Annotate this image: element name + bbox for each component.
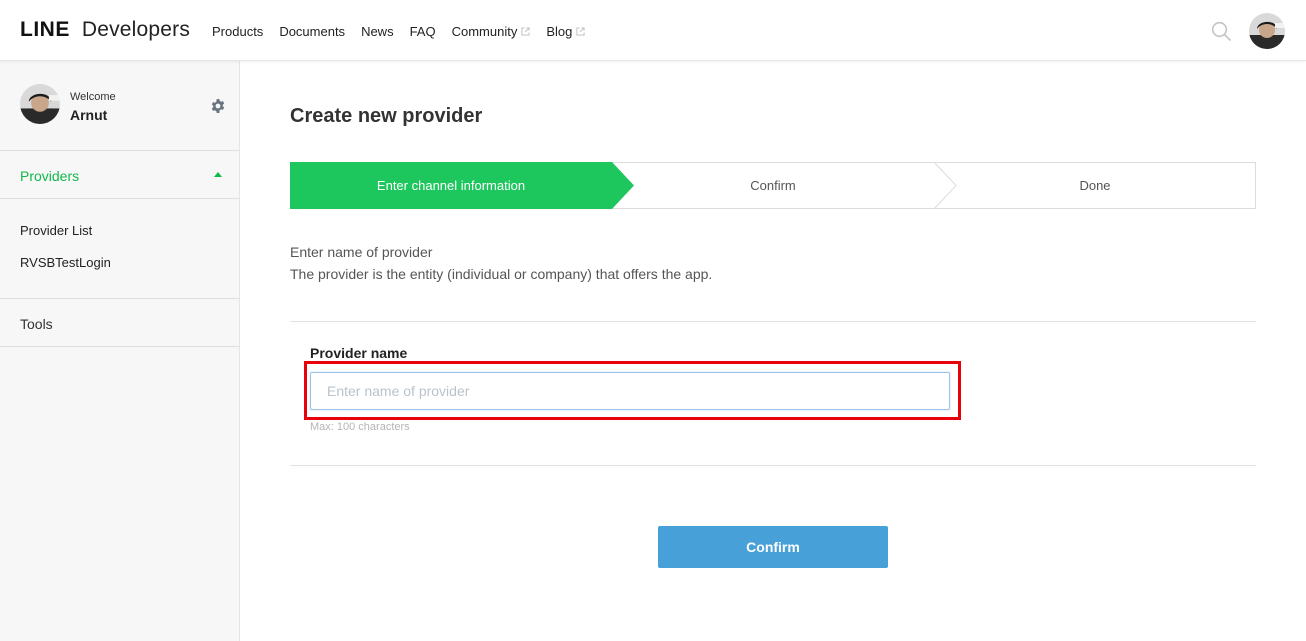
nav-news[interactable]: News bbox=[361, 24, 394, 39]
divider bbox=[290, 321, 1256, 322]
chevron-up-icon bbox=[214, 172, 222, 177]
nav-blog[interactable]: Blog bbox=[546, 24, 585, 39]
avatar bbox=[20, 84, 60, 124]
search-icon[interactable] bbox=[1211, 21, 1232, 42]
progress-steps: Enter channel information Confirm Done bbox=[290, 162, 1256, 209]
nav-documents[interactable]: Documents bbox=[279, 24, 345, 39]
sidebar-profile: Welcome Arnut bbox=[0, 61, 239, 151]
nav-products-label: Products bbox=[212, 24, 264, 39]
nav-news-label: News bbox=[361, 24, 394, 39]
page-title: Create new provider bbox=[290, 105, 483, 127]
line-developers-logo[interactable]: LINE Developers bbox=[20, 18, 190, 42]
field-hint: Max: 100 characters bbox=[310, 421, 410, 433]
top-nav: Products Documents News FAQ Community Bl… bbox=[212, 24, 601, 39]
sidebar-providers-label: Providers bbox=[20, 168, 80, 184]
sidebar-item-provider-list[interactable]: Provider List bbox=[20, 223, 92, 238]
nav-faq-label: FAQ bbox=[409, 24, 436, 39]
user-avatar[interactable] bbox=[1249, 13, 1285, 49]
logo-line-text: LINE bbox=[20, 18, 70, 41]
confirm-button[interactable]: Confirm bbox=[658, 526, 888, 568]
nav-community-label: Community bbox=[451, 24, 518, 39]
nav-documents-label: Documents bbox=[279, 24, 346, 39]
gear-icon[interactable] bbox=[210, 98, 226, 114]
welcome-text: Welcome bbox=[70, 91, 116, 103]
username: Arnut bbox=[70, 107, 108, 123]
nav-faq[interactable]: FAQ bbox=[410, 24, 436, 39]
sidebar-item-rvsbtestlogin[interactable]: RVSBTestLogin bbox=[20, 255, 111, 270]
nav-community[interactable]: Community bbox=[452, 24, 531, 39]
nav-blog-label: Blog bbox=[546, 24, 573, 39]
provider-name-label: Provider name bbox=[310, 345, 408, 361]
top-header: LINE Developers Products Documents News … bbox=[0, 0, 1306, 61]
description-line-1: Enter name of provider bbox=[290, 244, 433, 260]
step-enter-channel-information: Enter channel information bbox=[376, 178, 526, 193]
description-line-2: The provider is the entity (individual o… bbox=[290, 266, 713, 282]
sidebar: Welcome Arnut Providers Provider List RV… bbox=[0, 61, 240, 641]
provider-name-input[interactable] bbox=[310, 372, 950, 410]
divider bbox=[290, 465, 1256, 466]
nav-products[interactable]: Products bbox=[212, 24, 263, 39]
external-link-icon bbox=[521, 27, 530, 36]
sidebar-section-providers[interactable]: Providers bbox=[0, 151, 239, 199]
providers-submenu: Provider List RVSBTestLogin bbox=[0, 200, 239, 299]
sidebar-section-tools[interactable]: Tools bbox=[0, 299, 239, 347]
step-confirm: Confirm bbox=[750, 178, 796, 193]
step-done: Done bbox=[1079, 178, 1111, 193]
sidebar-tools-label: Tools bbox=[20, 316, 53, 332]
external-link-icon bbox=[576, 27, 585, 36]
logo-developers-text: Developers bbox=[81, 18, 191, 41]
